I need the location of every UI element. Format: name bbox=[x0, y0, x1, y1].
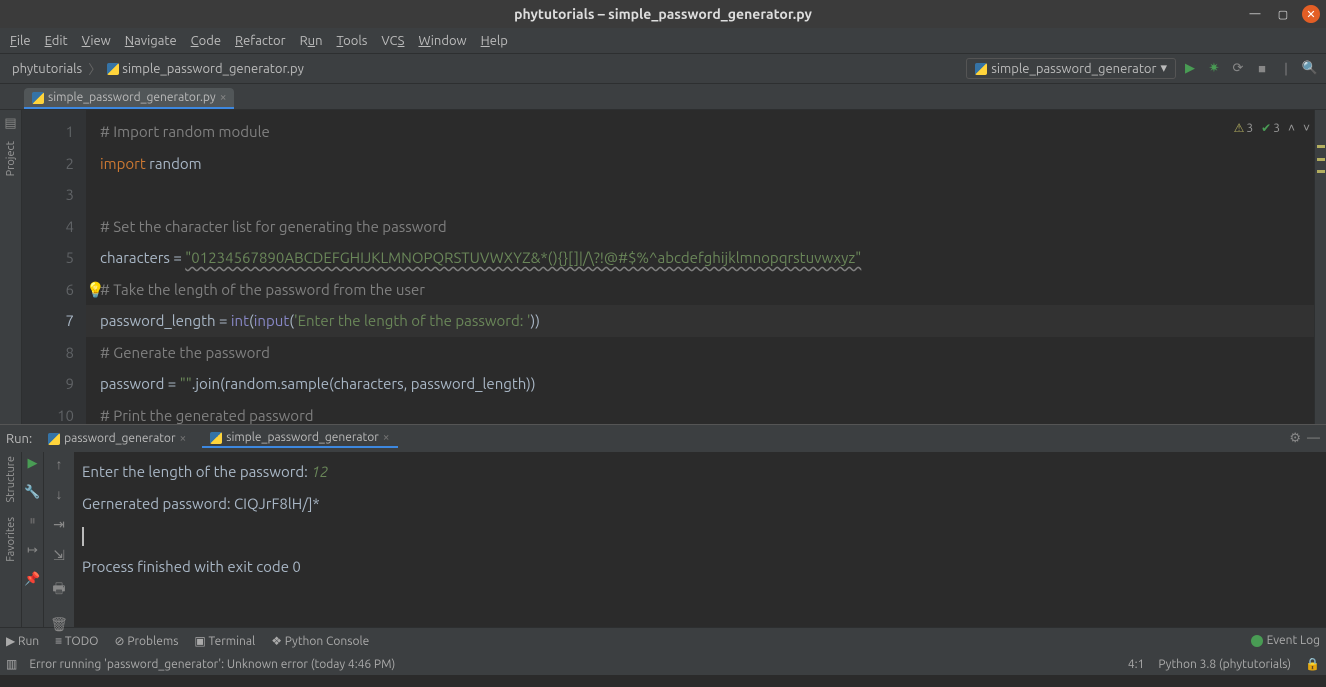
minimize-tool-icon[interactable]: — bbox=[1307, 431, 1320, 446]
checks-count[interactable]: 3 bbox=[1261, 116, 1280, 141]
interpreter[interactable]: Python 3.8 (phytutorials) bbox=[1158, 658, 1291, 671]
menu-vcs[interactable]: VCS bbox=[375, 32, 410, 50]
project-tool-label[interactable]: Project bbox=[5, 137, 17, 180]
menu-refactor[interactable]: Refactor bbox=[229, 32, 292, 50]
python-icon bbox=[107, 63, 119, 75]
run-tab[interactable]: password_generator × bbox=[40, 430, 194, 447]
window-title: phytutorials – simple_password_generator… bbox=[0, 6, 1326, 22]
breadcrumb-sep: 〉 bbox=[88, 59, 101, 78]
menu-file[interactable]: File bbox=[4, 32, 37, 50]
maximize-icon[interactable]: ▢ bbox=[1274, 5, 1292, 23]
status-bar: ▥ Error running 'password_generator': Un… bbox=[0, 653, 1326, 675]
stop-icon[interactable]: ⏸ bbox=[29, 514, 36, 529]
run-button[interactable]: ▶ bbox=[1180, 59, 1200, 79]
scroll-icon[interactable]: ⇲ bbox=[53, 547, 65, 564]
structure-tool-label[interactable]: Structure bbox=[5, 452, 17, 507]
menu-edit[interactable]: Edit bbox=[39, 32, 74, 50]
bottom-tool-bar: ▶ Run ≡ TODO ⊘ Problems ▣ Terminal ❖ Pyt… bbox=[0, 627, 1326, 653]
nav-bar: phytutorials 〉 simple_password_generator… bbox=[0, 54, 1326, 84]
event-log-button[interactable]: Event Log bbox=[1251, 634, 1320, 647]
delete-icon[interactable]: 🗑 bbox=[50, 616, 68, 633]
gear-icon[interactable]: ⚙ bbox=[1289, 431, 1301, 446]
coverage-button[interactable]: ⟳ bbox=[1228, 59, 1248, 79]
left-gutter: ▤ Project bbox=[0, 110, 22, 424]
debug-button[interactable]: ✷ bbox=[1204, 59, 1224, 79]
down-icon[interactable]: ↓ bbox=[56, 486, 63, 502]
chevron-down-icon: ▾ bbox=[1160, 61, 1167, 76]
menu-help[interactable]: Help bbox=[475, 32, 514, 50]
settings-icon[interactable]: 🔧 bbox=[24, 485, 40, 500]
left-gutter-2: Structure Favorites bbox=[0, 452, 22, 627]
favorites-tool-label[interactable]: Favorites bbox=[5, 513, 17, 566]
wrap-icon[interactable]: ⇥ bbox=[53, 516, 65, 533]
exit-icon[interactable]: ↦ bbox=[27, 543, 38, 558]
editor-scrollbar[interactable] bbox=[1314, 110, 1326, 424]
caret-position[interactable]: 4:1 bbox=[1128, 658, 1145, 671]
intention-bulb-icon[interactable]: 💡 bbox=[86, 274, 105, 306]
minimize-icon[interactable]: — bbox=[1246, 5, 1264, 23]
menu-view[interactable]: View bbox=[76, 32, 117, 50]
menu-code[interactable]: Code bbox=[185, 32, 227, 50]
run-tab-active[interactable]: simple_password_generator × bbox=[202, 429, 397, 448]
problems-tool-button[interactable]: ⊘ Problems bbox=[115, 634, 179, 648]
menu-tools[interactable]: Tools bbox=[331, 32, 374, 50]
stop-button[interactable]: ■ bbox=[1252, 59, 1272, 79]
close-tab-icon[interactable]: × bbox=[383, 431, 390, 444]
chevron-down-icon[interactable]: ˅ bbox=[1303, 116, 1310, 141]
editor-tab[interactable]: simple_password_generator.py × bbox=[24, 88, 234, 109]
lock-icon[interactable]: 🔒 bbox=[1305, 657, 1320, 671]
menu-run[interactable]: Run bbox=[294, 32, 329, 50]
chevron-up-icon[interactable]: ˄ bbox=[1288, 116, 1295, 141]
run-side-toolbar: ▶ 🔧 ⏸ ↦ 📌 bbox=[22, 452, 44, 627]
run-tool-label: Run: bbox=[6, 432, 32, 446]
divider: | bbox=[1276, 59, 1296, 79]
close-tab-icon[interactable]: × bbox=[220, 91, 227, 104]
warnings-count[interactable]: 3 bbox=[1234, 116, 1254, 141]
run-tool-button[interactable]: ▶ Run bbox=[6, 634, 39, 648]
editor-tabs: simple_password_generator.py × bbox=[0, 84, 1326, 110]
todo-tool-button[interactable]: ≡ TODO bbox=[55, 634, 98, 648]
python-icon bbox=[975, 63, 987, 75]
breadcrumb-file[interactable]: simple_password_generator.py bbox=[101, 60, 310, 78]
python-icon bbox=[210, 432, 222, 444]
code-editor[interactable]: 12345678910 3 3 ˄ ˅ # Import random modu… bbox=[22, 110, 1326, 424]
python-icon bbox=[32, 92, 44, 104]
python-icon bbox=[48, 433, 60, 445]
terminal-tool-button[interactable]: ▣ Terminal bbox=[194, 634, 255, 648]
menu-bar: File Edit View Navigate Code Refactor Ru… bbox=[0, 28, 1326, 54]
close-icon[interactable]: ✕ bbox=[1302, 5, 1320, 23]
menu-window[interactable]: Window bbox=[412, 32, 472, 50]
title-bar: phytutorials – simple_password_generator… bbox=[0, 0, 1326, 28]
run-side-toolbar-2: ↑ ↓ ⇥ ⇲ 🖶 🗑 bbox=[44, 452, 74, 627]
up-icon[interactable]: ↑ bbox=[56, 456, 63, 472]
status-message: Error running 'password_generator': Unkn… bbox=[29, 658, 395, 671]
tool-window-icon[interactable]: ▥ bbox=[6, 657, 17, 671]
inspections-widget[interactable]: 3 3 ˄ ˅ bbox=[1234, 116, 1310, 141]
python-console-button[interactable]: ❖ Python Console bbox=[271, 634, 369, 648]
search-icon[interactable]: 🔍 bbox=[1300, 59, 1320, 79]
print-icon[interactable]: 🖶 bbox=[52, 578, 65, 602]
close-tab-icon[interactable]: × bbox=[180, 432, 187, 445]
project-tool-icon[interactable]: ▤ bbox=[4, 116, 16, 131]
console-output[interactable]: Enter the length of the password: 12 Ger… bbox=[74, 452, 1326, 627]
pin-icon[interactable]: 📌 bbox=[24, 572, 40, 587]
menu-navigate[interactable]: Navigate bbox=[119, 32, 183, 50]
caret bbox=[82, 527, 84, 546]
line-gutter: 12345678910 bbox=[22, 110, 86, 424]
breadcrumb-root[interactable]: phytutorials bbox=[6, 60, 88, 78]
rerun-icon[interactable]: ▶ bbox=[28, 456, 38, 471]
run-config-selector[interactable]: simple_password_generator ▾ bbox=[966, 58, 1176, 79]
